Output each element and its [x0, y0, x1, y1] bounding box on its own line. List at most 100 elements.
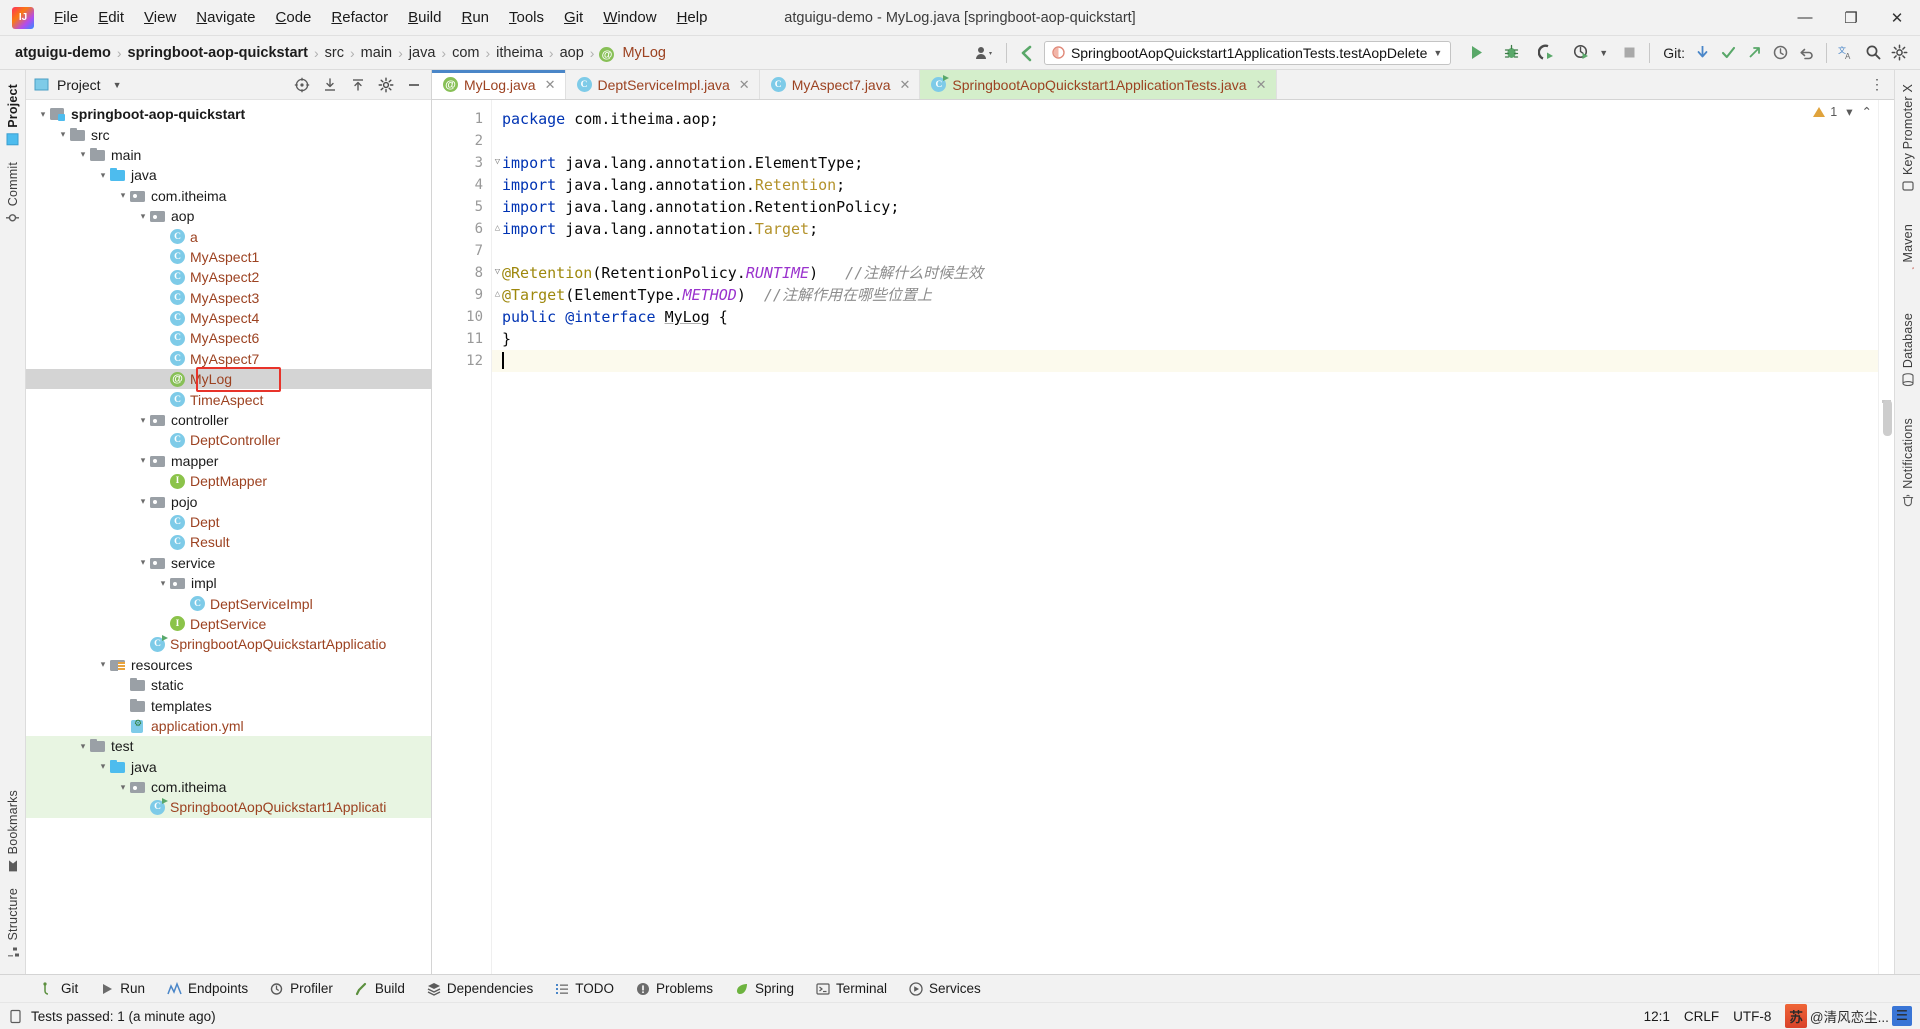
file-encoding[interactable]: UTF-8 [1733, 1009, 1771, 1024]
tree-node-deptmapper[interactable]: ▾IDeptMapper [26, 471, 431, 491]
line-number-3[interactable]: 3 ▽ [432, 152, 501, 174]
tree-node-myaspect2[interactable]: ▾CMyAspect2 [26, 267, 431, 287]
tree-node-deptservice[interactable]: ▾IDeptService [26, 614, 431, 634]
bottom-tool-terminal[interactable]: Terminal [805, 978, 898, 999]
chevron-down-icon[interactable]: ▾ [116, 190, 130, 201]
line-number-9[interactable]: 9 △ [432, 284, 501, 306]
tree-node-com-itheima[interactable]: ▾ com.itheima [26, 776, 431, 798]
update-project-icon[interactable] [1689, 40, 1715, 66]
more-options-icon[interactable]: ⋮ [1860, 70, 1894, 99]
collapse-all-icon[interactable] [345, 72, 371, 98]
bottom-tool-todo[interactable]: TODO [544, 978, 625, 999]
close-button[interactable]: ✕ [1874, 0, 1920, 36]
tree-node-controller[interactable]: ▾ controller [26, 410, 431, 430]
close-icon[interactable]: ✕ [545, 77, 556, 93]
settings-icon[interactable] [1886, 40, 1912, 66]
editor-tab-mylog[interactable]: @ MyLog.java ✕ [432, 70, 566, 99]
tool-window-key-promoter-x[interactable]: Key Promoter X [1901, 84, 1915, 192]
tree-node-springbootaopquickstart1applicati[interactable]: ▾CSpringbootAopQuickstart1Applicati [26, 797, 431, 818]
tree-node-aop[interactable]: ▾ aop [26, 206, 431, 226]
menu-build[interactable]: Build [398, 5, 451, 30]
breadcrumb-src[interactable]: src [320, 43, 349, 63]
code-line-12[interactable] [492, 350, 1878, 372]
tree-node-java[interactable]: ▾ java [26, 165, 431, 185]
run-with-coverage-button[interactable] [1533, 40, 1559, 66]
tree-node-java[interactable]: ▾ java [26, 756, 431, 777]
tree-node-service[interactable]: ▾ service [26, 553, 431, 573]
commit-icon[interactable] [1715, 40, 1741, 66]
tree-node-main[interactable]: ▾ main [26, 145, 431, 165]
translate-icon[interactable]: 文A [1834, 40, 1860, 66]
code-line-11[interactable]: } [492, 328, 1878, 350]
select-opened-file-icon[interactable] [289, 72, 315, 98]
code-line-1[interactable]: package com.itheima.aop; [492, 108, 1878, 130]
tree-node-springboot-aop-quickstart[interactable]: ▾ springboot-aop-quickstart [26, 104, 431, 124]
code-line-4[interactable]: import java.lang.annotation.Retention; [492, 174, 1878, 196]
menu-file[interactable]: File [44, 5, 88, 30]
chevron-down-icon[interactable]: ▼ [1433, 48, 1442, 58]
tree-node-resources[interactable]: ▾ resources [26, 655, 431, 675]
inspection-widget[interactable]: 1 ▾ ⌃ [1813, 104, 1872, 119]
tree-node-myaspect4[interactable]: ▾CMyAspect4 [26, 308, 431, 328]
tree-node-mylog[interactable]: ▾@MyLog [26, 369, 431, 390]
tool-window-commit[interactable]: Commit [6, 162, 20, 224]
chevron-down-icon[interactable]: ▾ [156, 578, 170, 589]
breadcrumb-aop[interactable]: aop [555, 43, 589, 63]
line-number-8[interactable]: 8 ▽ [432, 262, 501, 284]
chevron-down-icon[interactable]: ▾ [96, 761, 110, 772]
tree-node-springbootaopquickstartapplicatio[interactable]: ▾CSpringbootAopQuickstartApplicatio [26, 634, 431, 654]
menu-refactor[interactable]: Refactor [321, 5, 398, 30]
bottom-tool-profiler[interactable]: Profiler [259, 978, 344, 999]
tool-window-database[interactable]: Database [1901, 313, 1915, 386]
tree-node-myaspect7[interactable]: ▾CMyAspect7 [26, 349, 431, 369]
expand-all-icon[interactable] [317, 72, 343, 98]
chevron-down-icon[interactable]: ▾ [56, 129, 70, 140]
chevron-down-icon[interactable]: ▾ [36, 109, 50, 120]
menu-tools[interactable]: Tools [499, 5, 554, 30]
menu-view[interactable]: View [134, 5, 186, 30]
code-editor[interactable]: package com.itheima.aop; import java.lan… [492, 100, 1878, 974]
menu-window[interactable]: Window [593, 5, 666, 30]
bottom-tool-endpoints[interactable]: Endpoints [156, 978, 259, 999]
tree-node-test[interactable]: ▾ test [26, 736, 431, 757]
chevron-down-icon[interactable]: ▼ [1599, 48, 1608, 58]
breadcrumb-file[interactable]: MyLog [617, 43, 671, 63]
tree-node-deptserviceimpl[interactable]: ▾CDeptServiceImpl [26, 593, 431, 613]
tool-window-maven[interactable]: m Maven [1901, 224, 1915, 281]
tree-node-com-itheima[interactable]: ▾ com.itheima [26, 186, 431, 206]
tree-node-pojo[interactable]: ▾ pojo [26, 491, 431, 511]
code-line-8[interactable]: @Retention(RetentionPolicy.RUNTIME) //注解… [492, 262, 1878, 284]
tree-node-deptcontroller[interactable]: ▾CDeptController [26, 430, 431, 450]
minimize-button[interactable]: — [1782, 0, 1828, 36]
tool-window-notifications[interactable]: Notifications [1901, 418, 1915, 507]
menu-git[interactable]: Git [554, 5, 593, 30]
tree-node-static[interactable]: ▾static [26, 675, 431, 695]
line-separator[interactable]: CRLF [1684, 1009, 1719, 1024]
chevron-down-icon[interactable]: ▼ [113, 80, 122, 90]
scrollbar-thumb[interactable] [1883, 400, 1892, 436]
run-button[interactable] [1463, 40, 1489, 66]
menu-run[interactable]: Run [451, 5, 499, 30]
undo-icon[interactable] [1793, 40, 1819, 66]
tree-node-timeaspect[interactable]: ▾CTimeAspect [26, 389, 431, 409]
tool-window-bookmarks[interactable]: Bookmarks [6, 790, 20, 872]
code-line-3[interactable]: import java.lang.annotation.ElementType; [492, 152, 1878, 174]
push-icon[interactable] [1741, 40, 1767, 66]
tree-node-myaspect3[interactable]: ▾CMyAspect3 [26, 288, 431, 308]
tree-node-a[interactable]: ▾Ca [26, 226, 431, 246]
line-number-7[interactable]: 7 [432, 240, 491, 262]
chevron-down-icon[interactable]: ▾ [76, 741, 90, 752]
editor-tab-myaspect7[interactable]: C MyAspect7.java ✕ [759, 70, 921, 99]
tree-node-myaspect1[interactable]: ▾CMyAspect1 [26, 247, 431, 267]
breadcrumb-module[interactable]: springboot-aop-quickstart [123, 43, 313, 63]
line-number-5[interactable]: 5 [432, 196, 491, 218]
bottom-tool-problems[interactable]: Problems [625, 978, 724, 999]
chevron-down-icon[interactable]: ▾ [136, 496, 150, 507]
chevron-down-icon[interactable]: ▾ [1846, 104, 1852, 119]
stop-button[interactable] [1616, 40, 1642, 66]
run-configuration-selector[interactable]: SpringbootAopQuickstart1ApplicationTests… [1043, 40, 1452, 65]
hide-icon[interactable] [401, 72, 427, 98]
collapse-icon[interactable]: ⌃ [1862, 104, 1872, 119]
chevron-down-icon[interactable]: ▾ [76, 149, 90, 160]
editor-tab-springbootaopquickstart1applicationtests[interactable]: C SpringbootAopQuickstart1ApplicationTest… [920, 70, 1277, 99]
